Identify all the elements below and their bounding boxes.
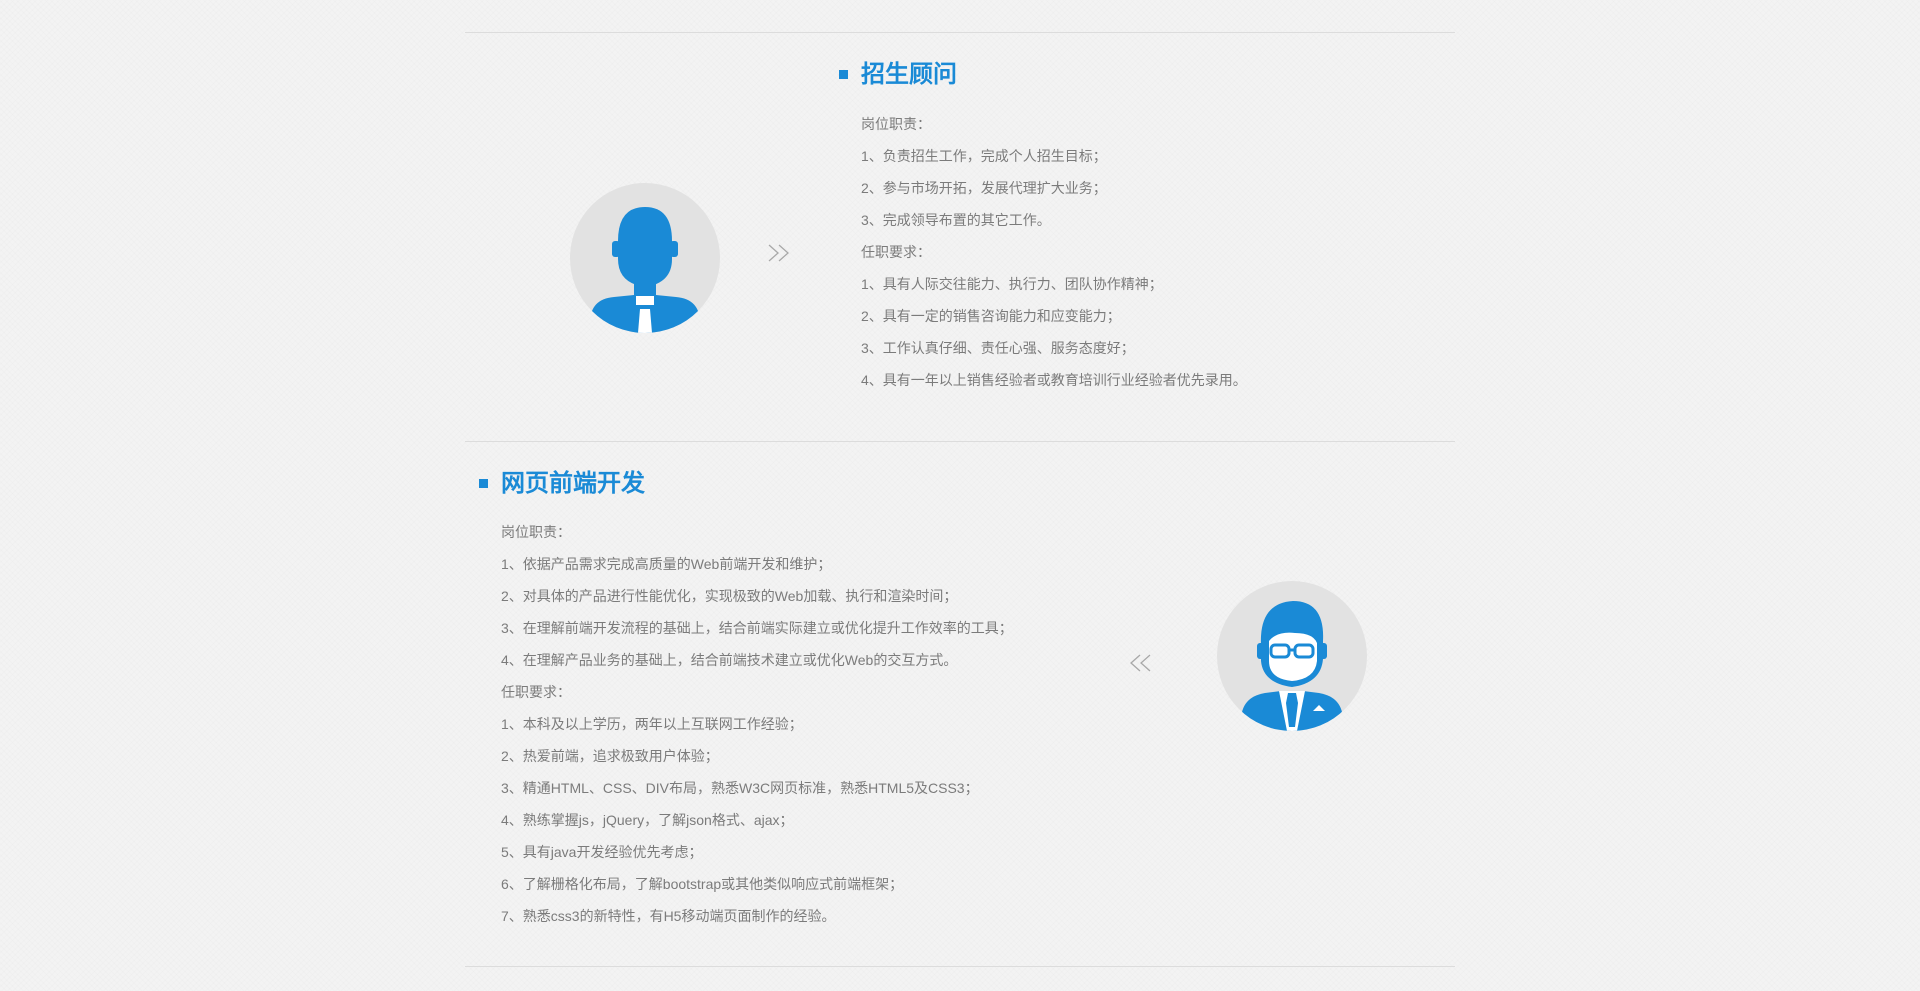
requirement-item: 5、具有java开发经验优先考虑； <box>501 844 703 860</box>
responsibility-item: 1、负责招生工作，完成个人招生目标； <box>861 148 1107 164</box>
responsibility-item: 3、完成领导布置的其它工作。 <box>861 212 1051 228</box>
requirement-item: 1、具有人际交往能力、执行力、团队协作精神； <box>861 276 1163 292</box>
responsibility-item: 3、在理解前端开发流程的基础上，结合前端实际建立或优化提升工作效率的工具； <box>501 620 1013 636</box>
responsibility-item: 2、对具体的产品进行性能优化，实现极致的Web加载、执行和渲染时间； <box>501 588 958 604</box>
job-description-list: 岗位职责： 1、负责招生工作，完成个人招生目标； 2、参与市场开拓，发展代理扩大… <box>861 108 1247 396</box>
job-description-list: 岗位职责： 1、依据产品需求完成高质量的Web前端开发和维护； 2、对具体的产品… <box>501 516 1013 932</box>
requirement-item: 1、本科及以上学历，两年以上互联网工作经验； <box>501 716 803 732</box>
man-with-glasses-avatar-icon <box>1217 581 1367 731</box>
double-chevron-right-icon <box>768 244 789 262</box>
double-chevron-left-icon <box>1130 654 1151 672</box>
requirement-item: 2、热爱前端，追求极致用户体验； <box>501 748 719 764</box>
man-with-tie-avatar-icon <box>570 183 720 333</box>
requirement-item: 3、精通HTML、CSS、DIV布局，熟悉W3C网页标准，熟悉HTML5及CSS… <box>501 780 979 796</box>
section-label-requirements: 任职要求： <box>861 244 931 260</box>
job-title: 网页前端开发 <box>501 470 645 497</box>
job-posting-admissions-consultant: 招生顾问 岗位职责： 1、负责招生工作，完成个人招生目标； 2、参与市场开拓，发… <box>0 0 1920 440</box>
responsibility-item: 4、在理解产品业务的基础上，结合前端技术建立或优化Web的交互方式。 <box>501 652 958 668</box>
requirement-item: 7、熟悉css3的新特性，有H5移动端页面制作的经验。 <box>501 908 836 924</box>
requirement-item: 4、具有一年以上销售经验者或教育培训行业经验者优先录用。 <box>861 372 1247 388</box>
requirement-item: 4、熟练掌握js，jQuery，了解json格式、ajax； <box>501 812 794 828</box>
requirement-item: 6、了解栅格化布局，了解bootstrap或其他类似响应式前端框架； <box>501 876 904 892</box>
job-title: 招生顾问 <box>861 61 957 88</box>
requirement-item: 2、具有一定的销售咨询能力和应变能力； <box>861 308 1121 324</box>
title-bullet-icon <box>839 70 848 79</box>
job-posting-frontend-developer: 网页前端开发 岗位职责： 1、依据产品需求完成高质量的Web前端开发和维护； 2… <box>0 442 1920 965</box>
requirement-item: 3、工作认真仔细、责任心强、服务态度好； <box>861 340 1135 356</box>
responsibility-item: 2、参与市场开拓，发展代理扩大业务； <box>861 180 1107 196</box>
section-divider-bottom <box>465 966 1455 967</box>
responsibility-item: 1、依据产品需求完成高质量的Web前端开发和维护； <box>501 556 832 572</box>
section-label-requirements: 任职要求： <box>501 684 571 700</box>
title-bullet-icon <box>479 479 488 488</box>
section-label-responsibilities: 岗位职责： <box>501 524 571 540</box>
section-label-responsibilities: 岗位职责： <box>861 116 931 132</box>
